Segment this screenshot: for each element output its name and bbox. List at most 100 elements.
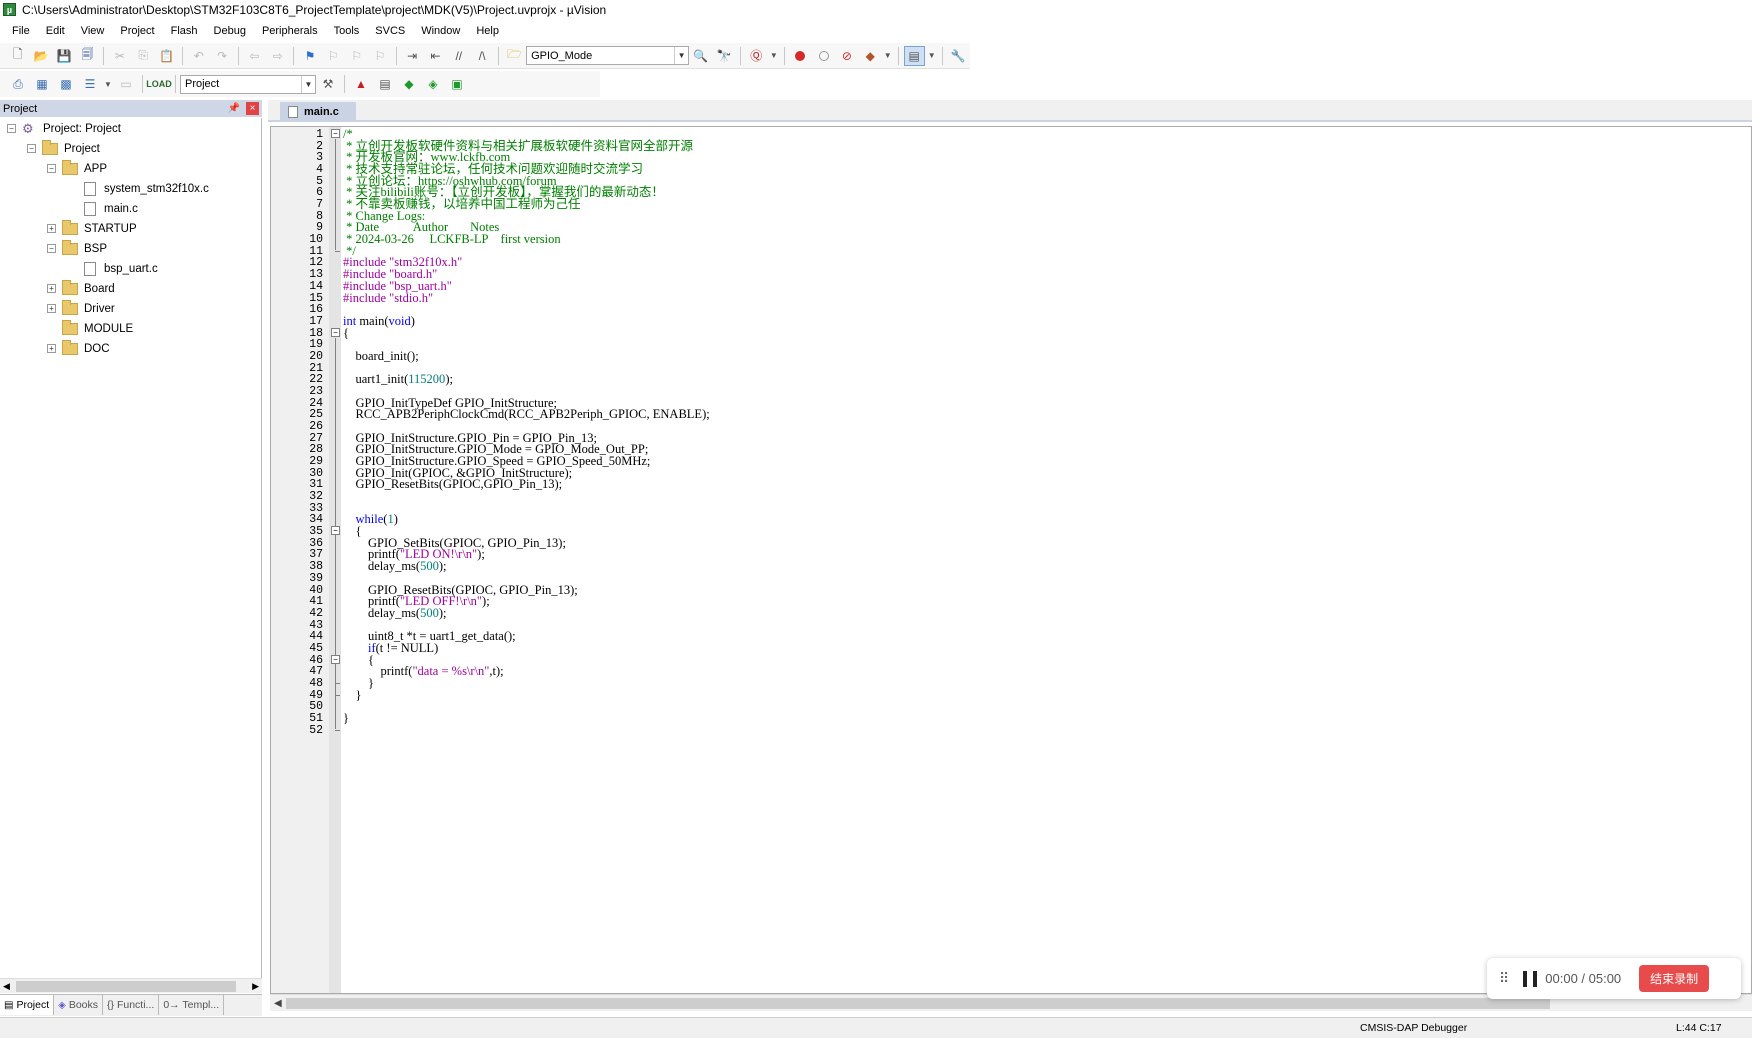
kill-breakpoints-icon[interactable]: ⊘ xyxy=(836,46,857,66)
code-line[interactable]: { xyxy=(343,326,349,340)
scroll-right-icon[interactable]: ▶ xyxy=(252,979,259,994)
code-area[interactable]: /* * 立创开发板软硬件资料与相关扩展板软硬件资料官网全部开源 * 开发板官网… xyxy=(341,127,1751,993)
expand-icon[interactable]: + xyxy=(47,224,56,233)
bookmark-icon[interactable]: ⚑ xyxy=(299,46,320,66)
insert-breakpoint-icon[interactable] xyxy=(790,46,811,66)
tree-item-group-bsp[interactable]: − BSP xyxy=(47,239,107,258)
build-icon[interactable]: ▦ xyxy=(31,74,53,94)
code-line[interactable]: GPIO_ResetBits(GPIOC,GPIO_Pin_13); xyxy=(343,478,563,491)
select-packs-icon[interactable]: ◈ xyxy=(422,74,444,94)
open-file-icon[interactable]: 📂 xyxy=(30,46,51,66)
disable-all-breakpoints-icon[interactable]: ◆ xyxy=(860,46,881,66)
expand-icon[interactable]: + xyxy=(47,284,56,293)
code-line[interactable]: } xyxy=(343,688,362,702)
chevron-down-icon[interactable]: ▼ xyxy=(883,46,893,66)
pause-icon[interactable] xyxy=(1523,970,1538,987)
stop-build-icon[interactable]: ▭ xyxy=(115,74,137,94)
drag-handle-icon[interactable]: ⠿ xyxy=(1499,970,1509,987)
undo-icon[interactable]: ↶ xyxy=(188,46,209,66)
paste-icon[interactable]: 📋 xyxy=(156,46,177,66)
chevron-down-icon[interactable]: ▼ xyxy=(301,75,315,93)
tree-item-group-doc[interactable]: + DOC xyxy=(47,339,110,358)
find-combo[interactable]: GPIO_Mode ▼ xyxy=(526,46,690,65)
next-bookmark-icon[interactable]: ⚐ xyxy=(346,46,367,66)
window-layout-icon[interactable]: ▤ xyxy=(903,45,925,66)
file-extensions-icon[interactable]: ▤ xyxy=(374,74,396,94)
translate-icon[interactable]: ⎙ xyxy=(7,74,29,94)
menu-svcs[interactable]: SVCS xyxy=(367,21,413,41)
collapse-icon[interactable]: − xyxy=(27,144,36,153)
menu-edit[interactable]: Edit xyxy=(38,21,73,41)
tab-main-c[interactable]: main.c xyxy=(280,102,356,122)
chevron-down-icon[interactable]: ▼ xyxy=(927,46,937,66)
code-line[interactable]: } xyxy=(343,712,349,725)
collapse-icon[interactable]: − xyxy=(7,124,16,133)
menu-help[interactable]: Help xyxy=(468,21,507,41)
save-all-icon[interactable]: 🗐 xyxy=(77,46,98,66)
comment-icon[interactable]: // xyxy=(448,46,469,66)
tree-item-target[interactable]: − Project xyxy=(27,139,100,158)
code-line[interactable]: int main(void) xyxy=(343,314,415,328)
configure-icon[interactable]: 🔧 xyxy=(948,46,969,66)
tree-item-group-driver[interactable]: + Driver xyxy=(47,299,115,318)
code-line[interactable]: board_init(); xyxy=(343,349,419,363)
disable-breakpoint-icon[interactable] xyxy=(813,46,834,66)
tree-item-group-board[interactable]: + Board xyxy=(47,279,115,298)
expand-icon[interactable]: + xyxy=(47,344,56,353)
code-line[interactable]: #include "stdio.h" xyxy=(343,291,433,305)
menu-tools[interactable]: Tools xyxy=(326,21,368,41)
load-download-icon[interactable]: LOAD xyxy=(146,74,172,94)
code-line[interactable]: uart1_init(115200); xyxy=(343,373,453,386)
tree-item-file[interactable]: system_stm32f10x.c xyxy=(84,179,209,198)
target-combo[interactable]: Project ▼ xyxy=(180,74,316,94)
scrollbar-thumb[interactable] xyxy=(16,981,236,992)
batch-build-icon[interactable]: ☰ xyxy=(79,74,101,94)
tree-item-project-root[interactable]: − ⚙ Project: Project xyxy=(7,119,121,138)
fold-toggle-icon[interactable]: − xyxy=(331,526,340,536)
tree-item-file[interactable]: bsp_uart.c xyxy=(84,259,158,278)
collapse-icon[interactable]: − xyxy=(47,164,56,173)
clear-bookmarks-icon[interactable]: ⚐ xyxy=(369,46,390,66)
tree-item-file[interactable]: main.c xyxy=(84,199,138,218)
rebuild-icon[interactable]: ▩ xyxy=(55,74,77,94)
redo-icon[interactable]: ↷ xyxy=(211,46,232,66)
save-icon[interactable]: 💾 xyxy=(54,46,75,66)
menu-flash[interactable]: Flash xyxy=(163,21,206,41)
uncomment-icon[interactable]: /\ xyxy=(471,46,492,66)
tree-item-group-app[interactable]: − APP xyxy=(47,159,107,178)
incremental-find-icon[interactable]: 🔍 xyxy=(690,46,711,66)
code-editor[interactable]: 1 2 3 4 5 6 7 8 9 10 11 12 13 14 15 16 17 18 19 20 21 22 23 24 2… xyxy=(270,126,1752,994)
tree-horizontal-scrollbar[interactable]: ◀ ▶ xyxy=(0,978,262,993)
manage-components-icon[interactable]: ▲ xyxy=(350,74,372,94)
prev-bookmark-icon[interactable]: ⚐ xyxy=(323,46,344,66)
close-icon[interactable]: × xyxy=(246,102,259,115)
tree-item-group-startup[interactable]: + STARTUP xyxy=(47,219,137,238)
pin-icon[interactable]: 📌 xyxy=(228,103,240,114)
debug-session-icon[interactable]: Ⓠ xyxy=(746,46,767,66)
unindent-icon[interactable]: ⇤ xyxy=(425,46,446,66)
menu-debug[interactable]: Debug xyxy=(206,21,254,41)
tab-books[interactable]: ◈ Books xyxy=(54,995,104,1015)
tab-functions[interactable]: {} Functi... xyxy=(103,995,160,1015)
chevron-down-icon[interactable]: ▼ xyxy=(674,47,688,64)
run-time-env-icon[interactable]: ▣ xyxy=(446,74,468,94)
code-line[interactable]: delay_ms(500); xyxy=(343,606,446,620)
navigate-forward-icon[interactable]: ⇨ xyxy=(267,46,288,66)
menu-peripherals[interactable]: Peripherals xyxy=(254,21,326,41)
collapse-icon[interactable]: − xyxy=(47,244,56,253)
stop-recording-button[interactable]: 结束录制 xyxy=(1639,965,1710,992)
code-line[interactable]: RCC_APB2PeriphClockCmd(RCC_APB2Periph_GP… xyxy=(343,408,710,421)
navigate-back-icon[interactable]: ⇦ xyxy=(244,46,265,66)
new-file-icon[interactable]: 🗋 xyxy=(7,46,28,66)
scrollbar-thumb[interactable] xyxy=(286,998,1550,1009)
menu-view[interactable]: View xyxy=(73,21,113,41)
scroll-left-icon[interactable]: ◀ xyxy=(274,995,282,1012)
indent-icon[interactable]: ⇥ xyxy=(402,46,423,66)
tab-templates[interactable]: 0→ Templ... xyxy=(159,995,225,1015)
target-options-icon[interactable]: ⚒ xyxy=(317,74,339,94)
copy-icon[interactable]: ⎘ xyxy=(133,46,154,66)
menu-file[interactable]: File xyxy=(4,21,38,41)
cut-icon[interactable]: ✂ xyxy=(109,46,130,66)
fold-toggle-icon[interactable]: − xyxy=(331,129,340,138)
code-line[interactable]: delay_ms(500); xyxy=(343,560,446,573)
